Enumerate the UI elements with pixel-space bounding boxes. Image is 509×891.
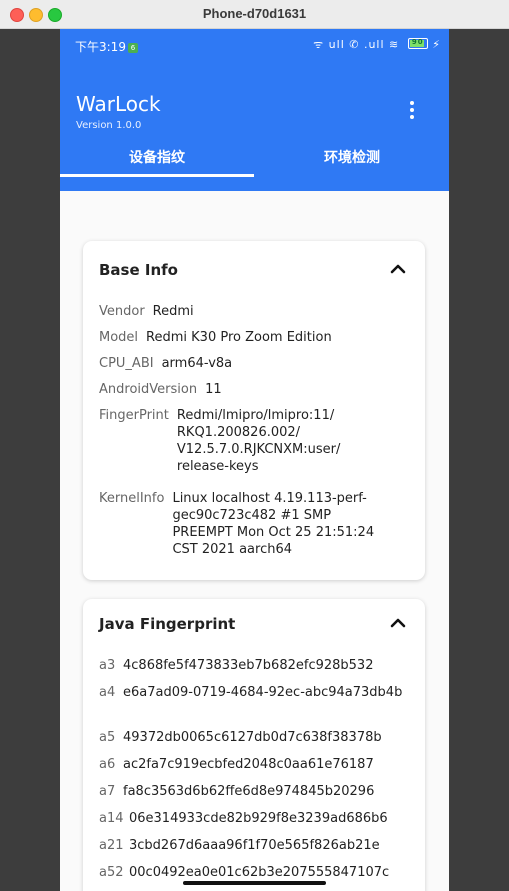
java-fingerprint-card: Java Fingerprint a3 4c868fe5f473833eb7b6… [83, 599, 425, 891]
info-value: Redmi [152, 304, 194, 319]
fingerprint-key: a52 [99, 865, 124, 880]
charging-icon: ⚡ [432, 38, 441, 51]
fingerprint-row: a6 ac2fa7c919ecbfed2048c0aa61e76187 [99, 756, 413, 773]
fingerprint-row: a5 49372db0065c6127db0d7c638f38378b [99, 729, 413, 746]
window-title: Phone-d70d1631 [202, 6, 307, 21]
fingerprint-key: a3 [99, 658, 116, 673]
collapse-chevron-up-icon[interactable] [389, 262, 407, 276]
app-bar: 下午3:19 6 ᯤ ull ✆ .ull ≋ 90 ⚡ WarLock Vers… [60, 29, 449, 191]
info-key: Model [99, 330, 139, 345]
fingerprint-value: 4c868fe5f473833eb7b682efc928b532 [123, 658, 374, 673]
fingerprint-key: a7 [99, 784, 116, 799]
fingerprint-value: 49372db0065c6127db0d7c638f38378b [123, 730, 382, 745]
info-key: CPU_ABI [99, 356, 154, 371]
app-title: WarLock [76, 92, 161, 116]
fingerprint-row: a14 06e314933cde82b929f8e3239ad686b6 [99, 810, 419, 827]
phone-screen: 下午3:19 6 ᯤ ull ✆ .ull ≋ 90 ⚡ WarLock Vers… [60, 29, 449, 891]
fingerprint-value: 00c0492ea0e01c62b3e207555847107c [129, 865, 390, 880]
fingerprint-value: e6a7ad09-0719-4684-92ec-abc94a73db4b [123, 685, 403, 700]
fingerprint-key: a6 [99, 757, 116, 772]
base-info-card: Base Info Vendor Redmi Model Redmi K30 P… [83, 241, 425, 580]
collapse-chevron-up-icon[interactable] [389, 616, 407, 630]
info-row-vendor: Vendor Redmi [99, 303, 194, 320]
java-fingerprint-title: Java Fingerprint [99, 615, 236, 633]
window-right-margin [449, 29, 509, 891]
fingerprint-value: 3cbd267d6aaa96f1f70e565f826ab21e [129, 838, 380, 853]
battery-icon: 90 [407, 38, 428, 49]
info-row-cpu-abi: CPU_ABI arm64-v8a [99, 355, 232, 372]
fingerprint-row: a3 4c868fe5f473833eb7b682efc928b532 [99, 657, 413, 674]
battery-level: 90 [411, 38, 424, 46]
info-row-fingerprint: FingerPrint Redmi/lmipro/lmipro:11/ RKQ1… [99, 407, 367, 475]
info-value: 11 [205, 382, 222, 397]
fingerprint-key: a5 [99, 730, 116, 745]
more-options-icon[interactable] [409, 101, 415, 121]
fingerprint-value: fa8c3563d6b62ffe6d8e974845b20296 [123, 784, 375, 799]
fingerprint-row: a7 fa8c3563d6b62ffe6d8e974845b20296 [99, 783, 413, 800]
app-version: Version 1.0.0 [76, 120, 142, 131]
info-value: Redmi/lmipro/lmipro:11/ RKQ1.200826.002/… [176, 408, 341, 474]
notification-badge-icon: 6 [127, 43, 138, 53]
info-row-kernel-info: KernelInfo Linux localhost 4.19.113-perf… [99, 490, 387, 558]
fingerprint-key: a21 [99, 838, 124, 853]
info-key: Vendor [99, 304, 145, 319]
info-key: AndroidVersion [99, 382, 198, 397]
fingerprint-row: a21 3cbd267d6aaa96f1f70e565f826ab21e [99, 837, 419, 854]
info-row-model: Model Redmi K30 Pro Zoom Edition [99, 329, 332, 346]
info-key: FingerPrint [99, 408, 169, 423]
fingerprint-key: a4 [99, 685, 116, 700]
fingerprint-value: 06e314933cde82b929f8e3239ad686b6 [129, 811, 388, 826]
info-value: arm64-v8a [161, 356, 233, 371]
window-titlebar: Phone-d70d1631 [0, 0, 509, 29]
home-indicator[interactable] [183, 881, 326, 885]
fingerprint-value: ac2fa7c919ecbfed2048c0aa61e76187 [123, 757, 374, 772]
status-time-text: 下午3:19 [75, 40, 126, 54]
status-time: 下午3:19 6 [75, 38, 138, 55]
info-key: KernelInfo [99, 491, 165, 506]
signal-icons: ᯤ ull ✆ .ull ≋ [313, 38, 400, 51]
status-icons: ᯤ ull ✆ .ull ≋ 90 ⚡ [313, 37, 441, 52]
tab-environment-check[interactable]: 环境检测 [255, 147, 449, 175]
info-value: Linux localhost 4.19.113-perf-gec90c723c… [172, 491, 375, 557]
tab-device-fingerprint[interactable]: 设备指纹 [60, 147, 254, 175]
window-left-margin [0, 29, 60, 891]
fingerprint-row: a4 e6a7ad09-0719-4684-92ec-abc94a73db4b [99, 684, 413, 701]
fingerprint-key: a14 [99, 811, 124, 826]
active-tab-indicator [60, 174, 254, 177]
base-info-title: Base Info [99, 261, 178, 279]
info-row-android-version: AndroidVersion 11 [99, 381, 222, 398]
fingerprint-row: a52 00c0492ea0e01c62b3e207555847107c [99, 864, 419, 881]
info-value: Redmi K30 Pro Zoom Edition [146, 330, 332, 345]
content-area[interactable]: Base Info Vendor Redmi Model Redmi K30 P… [60, 191, 449, 891]
